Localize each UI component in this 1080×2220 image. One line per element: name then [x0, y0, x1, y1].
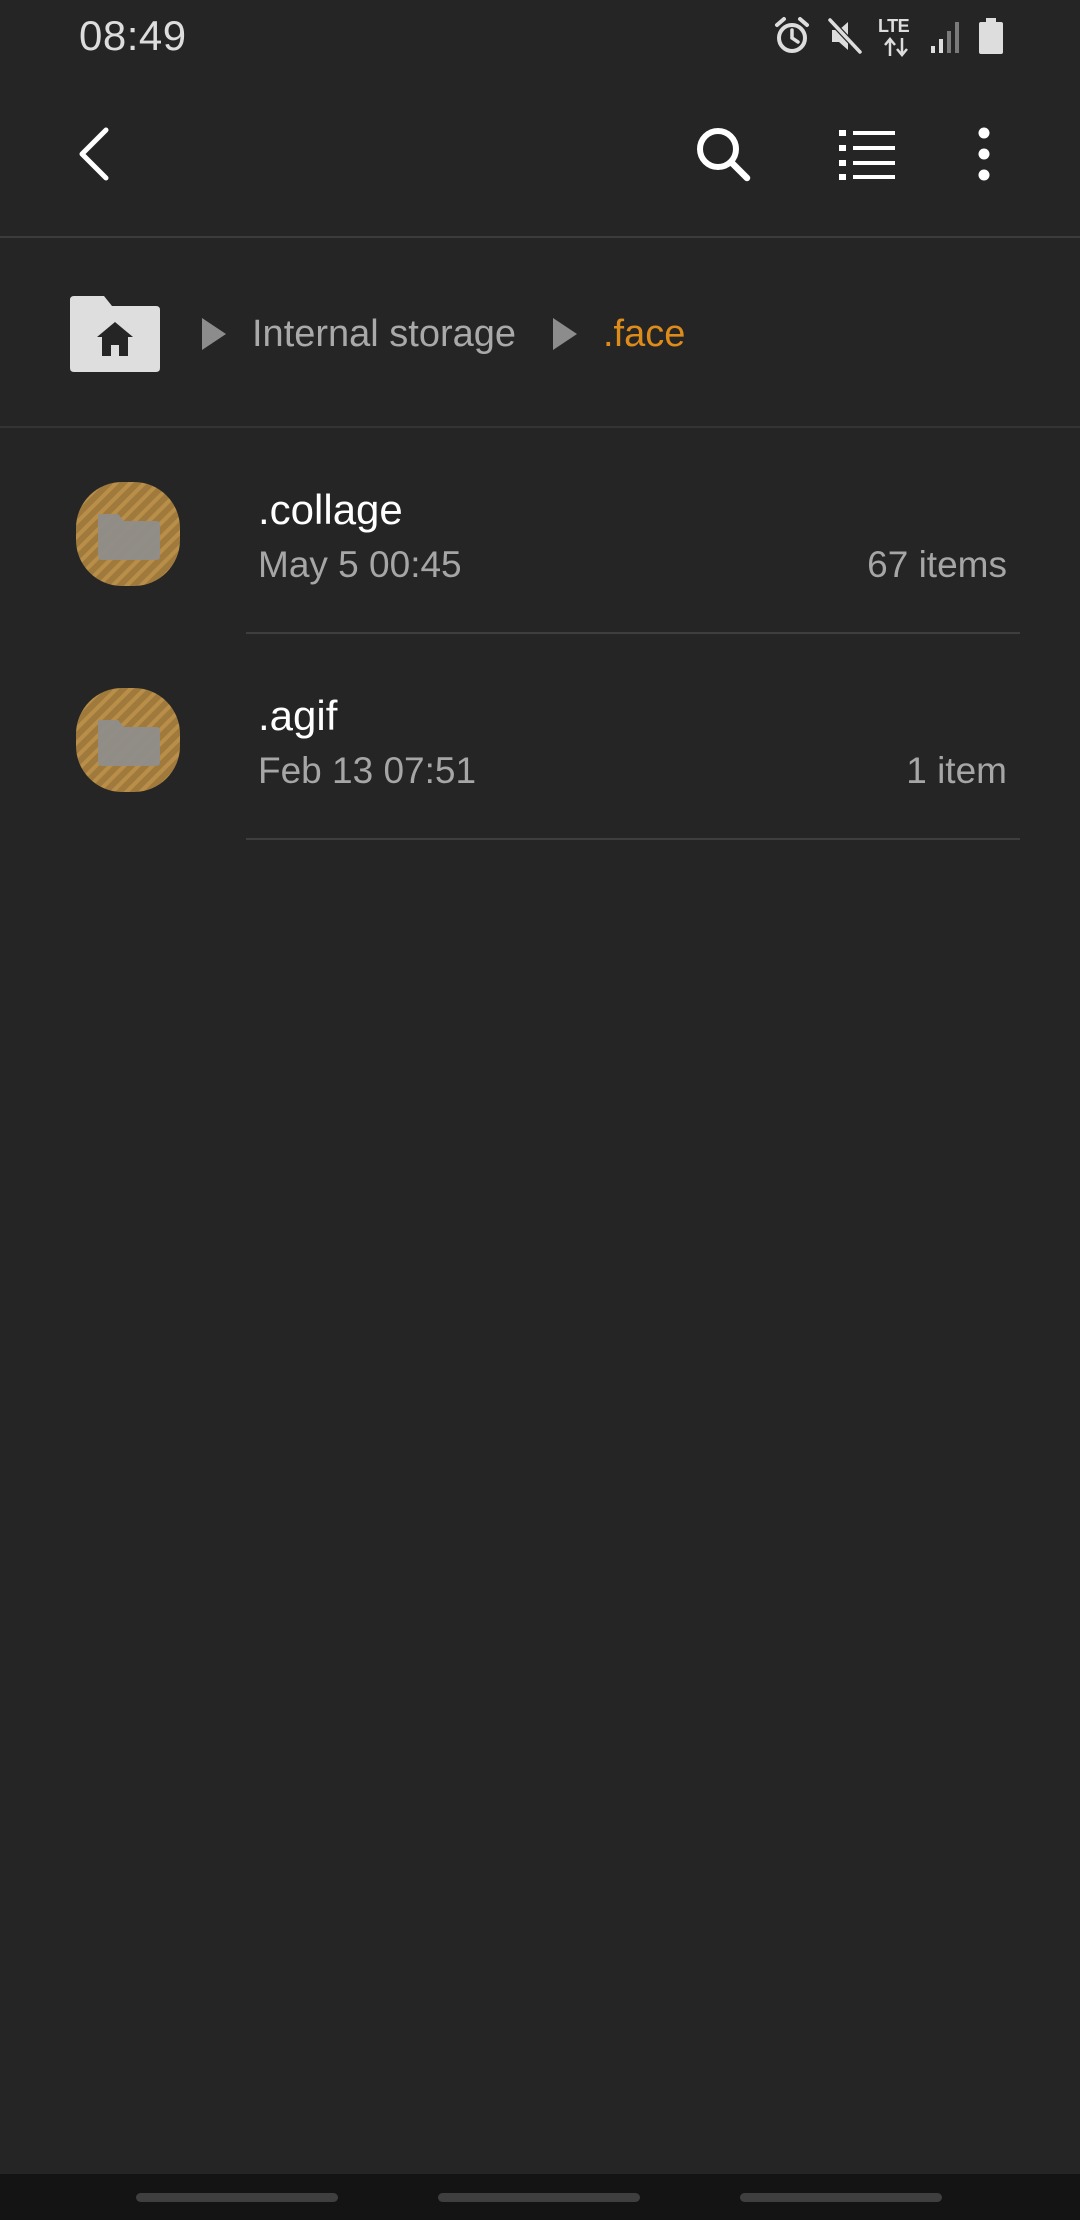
breadcrumb-arrow-icon	[202, 318, 226, 350]
file-date: Feb 13 07:51	[258, 750, 477, 791]
battery-icon	[978, 17, 1004, 55]
search-button[interactable]	[675, 108, 771, 204]
nav-back-button[interactable]	[740, 2193, 942, 2202]
mute-icon	[826, 16, 864, 56]
home-folder-icon	[68, 296, 162, 378]
signal-icon	[930, 18, 964, 54]
file-item-count: 1 item	[906, 750, 1007, 791]
navigation-bar	[0, 2174, 1080, 2220]
nav-home-button[interactable]	[438, 2193, 640, 2202]
status-bar: 08:49 LTE	[0, 0, 1080, 72]
divider	[246, 838, 1020, 840]
list-item[interactable]: .collage May 5 00:45 67 items	[0, 428, 1080, 634]
list-view-button[interactable]	[819, 108, 915, 204]
more-options-icon	[976, 127, 992, 186]
nav-recents-button[interactable]	[136, 2193, 338, 2202]
list-view-icon	[837, 126, 897, 187]
file-name: .collage	[258, 486, 403, 533]
status-time: 08:49	[79, 12, 187, 59]
breadcrumb-arrow-icon	[553, 318, 577, 350]
home-button[interactable]	[68, 294, 162, 374]
more-options-button[interactable]	[936, 108, 1032, 204]
app-bar	[0, 72, 1080, 238]
breadcrumb: Internal storage .face	[0, 238, 1080, 428]
hidden-folder-icon	[74, 686, 182, 794]
status-icons: LTE	[772, 14, 1004, 58]
hidden-folder-icon	[74, 480, 182, 588]
file-date: May 5 00:45	[258, 544, 462, 585]
lte-data-icon: LTE	[878, 14, 916, 58]
breadcrumb-internal-storage[interactable]: Internal storage	[252, 310, 516, 358]
back-button[interactable]	[46, 108, 142, 204]
back-icon	[72, 126, 116, 187]
breadcrumb-current-folder[interactable]: .face	[603, 310, 685, 358]
file-item-count: 67 items	[867, 544, 1007, 585]
alarm-icon	[772, 16, 812, 56]
search-icon	[693, 124, 753, 189]
list-item[interactable]: .agif Feb 13 07:51 1 item	[0, 634, 1080, 840]
file-manager-screen: 08:49 LTE Internal storage .face .collag…	[0, 0, 1080, 2220]
file-name: .agif	[258, 692, 338, 739]
